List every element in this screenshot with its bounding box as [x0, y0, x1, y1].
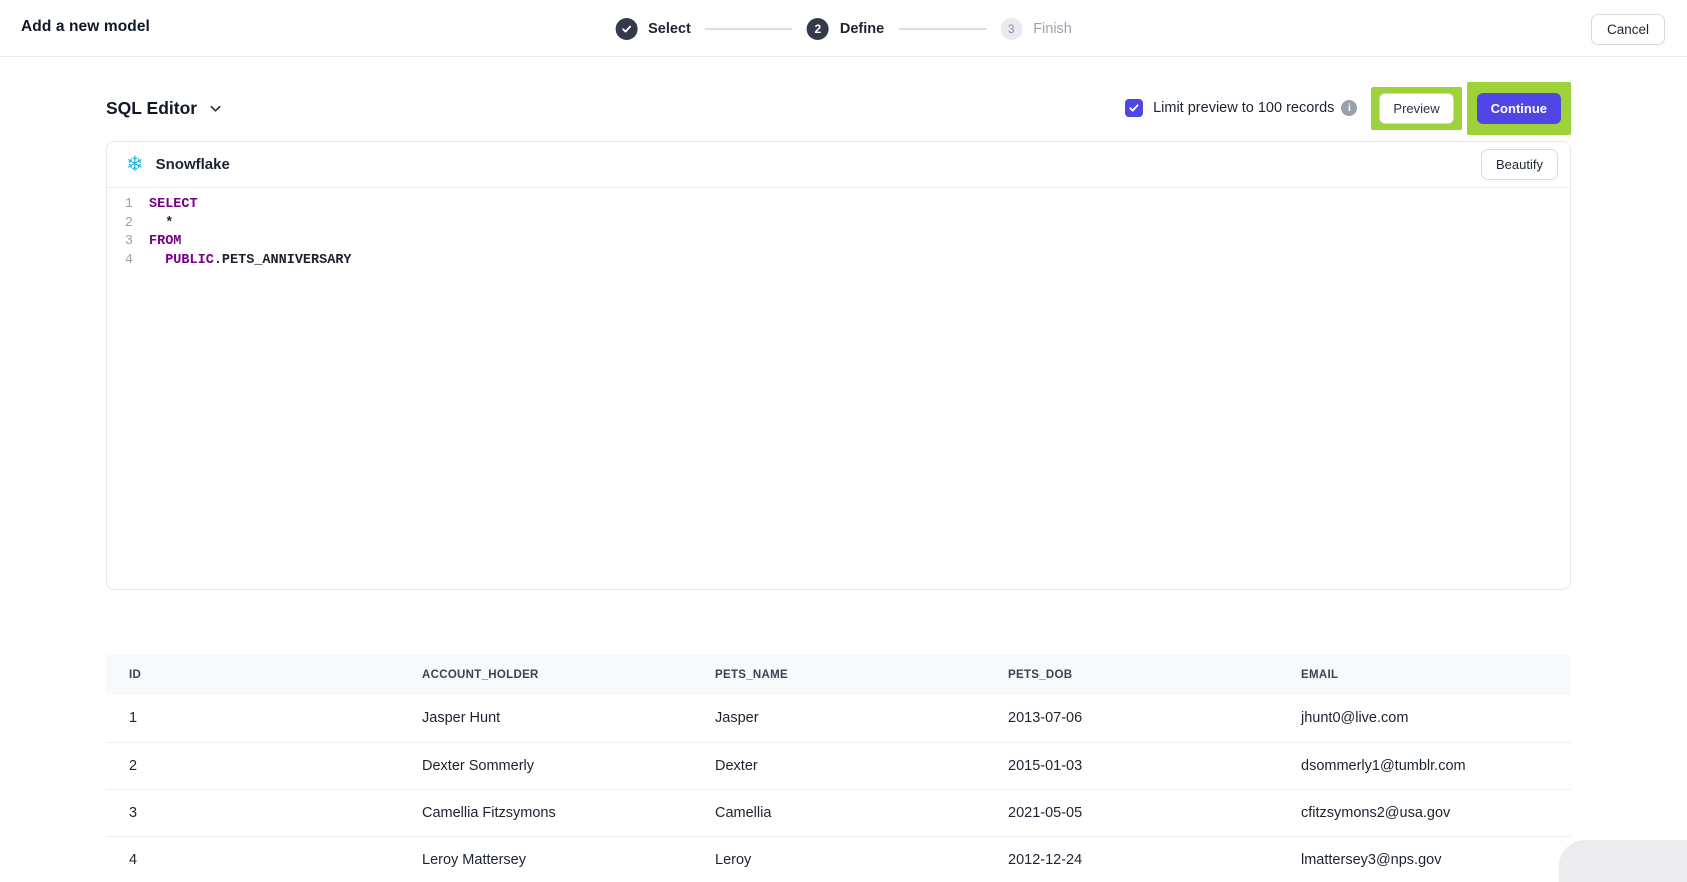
results-header-row: IDACCOUNT_HOLDERPETS_NAMEPETS_DOBEMAIL: [106, 655, 1571, 695]
sql-editor-dropdown[interactable]: SQL Editor: [106, 98, 223, 119]
preview-button[interactable]: Preview: [1379, 93, 1453, 124]
snowflake-icon: ❄: [126, 154, 144, 175]
table-row[interactable]: 2Dexter SommerlyDexter2015-01-03dsommerl…: [106, 742, 1571, 789]
column-header: PETS_DOB: [985, 655, 1278, 695]
step-define-number: 2: [807, 18, 829, 40]
table-cell: 2: [106, 742, 399, 789]
table-cell: Leroy: [692, 836, 985, 882]
column-header: EMAIL: [1278, 655, 1571, 695]
page-title: Add a new model: [21, 18, 150, 36]
table-cell: lmattersey3@nps.gov: [1278, 836, 1571, 882]
table-cell: Jasper Hunt: [399, 695, 692, 742]
limit-preview-checkbox[interactable]: [1125, 99, 1143, 117]
step-select[interactable]: Select: [615, 18, 691, 40]
table-cell: Camellia Fitzsymons: [399, 789, 692, 836]
limit-preview-label[interactable]: Limit preview to 100 records: [1153, 100, 1334, 116]
results-preview: IDACCOUNT_HOLDERPETS_NAMEPETS_DOBEMAIL 1…: [106, 655, 1571, 882]
cancel-button[interactable]: Cancel: [1591, 14, 1665, 45]
step-finish-number: 3: [1000, 18, 1022, 40]
code-line[interactable]: 3 FROM: [107, 233, 1570, 252]
column-header: ID: [106, 655, 399, 695]
step-select-check-icon: [615, 18, 637, 40]
results-table: IDACCOUNT_HOLDERPETS_NAMEPETS_DOBEMAIL 1…: [106, 655, 1571, 882]
chevron-down-icon: [208, 101, 223, 116]
code-segment: SELECT: [149, 196, 198, 215]
sql-editor-title: SQL Editor: [106, 98, 197, 119]
line-number: 3: [107, 233, 133, 252]
line-number: 4: [107, 252, 133, 271]
code-line[interactable]: 4 PUBLIC.PETS_ANNIVERSARY: [107, 252, 1570, 271]
code-editor[interactable]: 1SELECT2 *3FROM4 PUBLIC.PETS_ANNIVERSARY: [107, 188, 1570, 278]
table-cell: Dexter: [692, 742, 985, 789]
table-cell: 1: [106, 695, 399, 742]
code-segment: *: [149, 215, 173, 234]
top-bar: Add a new model Select 2 Define 3 Finish…: [0, 0, 1687, 57]
step-finish: 3 Finish: [1000, 18, 1072, 40]
info-icon[interactable]: i: [1341, 100, 1357, 116]
table-row[interactable]: 3Camellia FitzsymonsCamellia2021-05-05cf…: [106, 789, 1571, 836]
line-number: 2: [107, 215, 133, 234]
code-segment: [149, 252, 165, 271]
code-segment: .PETS_ANNIVERSARY: [214, 252, 352, 271]
code-segment: FROM: [149, 233, 181, 252]
column-header: PETS_NAME: [692, 655, 985, 695]
step-connector: [898, 28, 986, 30]
step-define[interactable]: 2 Define: [807, 18, 884, 40]
sql-editor-card: ❄ Snowflake Beautify 1SELECT2 *3FROM4 PU…: [106, 141, 1571, 590]
step-finish-label: Finish: [1033, 21, 1072, 37]
code-lines: 1SELECT2 *3FROM4 PUBLIC.PETS_ANNIVERSARY: [107, 196, 1570, 270]
table-cell: 4: [106, 836, 399, 882]
corner-widget: [1559, 840, 1687, 882]
table-cell: jhunt0@live.com: [1278, 695, 1571, 742]
code-segment: PUBLIC: [165, 252, 214, 271]
code-line[interactable]: 1 SELECT: [107, 196, 1570, 215]
table-row[interactable]: 1Jasper HuntJasper2013-07-06jhunt0@live.…: [106, 695, 1571, 742]
table-cell: 3: [106, 789, 399, 836]
table-cell: 2021-05-05: [985, 789, 1278, 836]
step-select-label: Select: [648, 21, 691, 37]
code-line[interactable]: 2 *: [107, 215, 1570, 234]
sql-toolbar: SQL Editor Limit preview to 100 records …: [106, 83, 1571, 133]
continue-button[interactable]: Continue: [1477, 93, 1561, 124]
line-number: 1: [107, 196, 133, 215]
stepper: Select 2 Define 3 Finish: [615, 0, 1072, 57]
toolbar-actions: Limit preview to 100 records i Preview C…: [1125, 82, 1571, 135]
table-row[interactable]: 4Leroy MatterseyLeroy2012-12-24lmatterse…: [106, 836, 1571, 882]
table-cell: Camellia: [692, 789, 985, 836]
table-cell: 2013-07-06: [985, 695, 1278, 742]
table-cell: dsommerly1@tumblr.com: [1278, 742, 1571, 789]
table-cell: Jasper: [692, 695, 985, 742]
highlight-box-continue: Continue: [1467, 82, 1571, 135]
editor-header: ❄ Snowflake Beautify: [107, 142, 1570, 188]
table-cell: 2012-12-24: [985, 836, 1278, 882]
table-cell: Dexter Sommerly: [399, 742, 692, 789]
step-define-label: Define: [840, 21, 884, 37]
step-connector: [705, 28, 793, 30]
source-name: Snowflake: [156, 156, 230, 173]
table-cell: Leroy Mattersey: [399, 836, 692, 882]
table-cell: cfitzsymons2@usa.gov: [1278, 789, 1571, 836]
highlight-box-preview: Preview: [1371, 87, 1461, 130]
column-header: ACCOUNT_HOLDER: [399, 655, 692, 695]
table-cell: 2015-01-03: [985, 742, 1278, 789]
beautify-button[interactable]: Beautify: [1481, 149, 1558, 180]
